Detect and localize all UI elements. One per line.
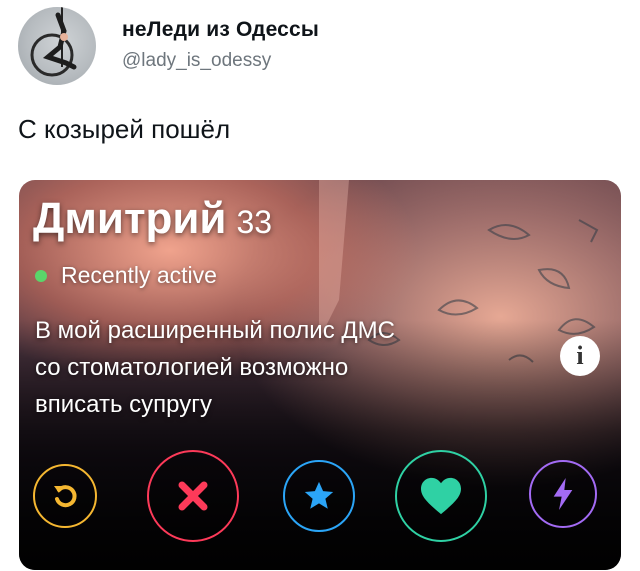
- active-dot-icon: [35, 269, 47, 282]
- profile-name-text: Дмитрий: [33, 194, 227, 243]
- profile-bio: В мой расширенный полис ДМС со стоматоло…: [35, 317, 395, 418]
- tweet-header: неЛеди из Одессы @lady_is_odessy: [18, 7, 319, 85]
- profile-name: Дмитрий 33: [33, 194, 272, 244]
- activity-status: Recently active: [35, 262, 217, 289]
- action-bar: [19, 450, 621, 550]
- like-button[interactable]: [395, 450, 487, 542]
- profile-card-image: Дмитрий 33 Recently active В мой расширен…: [19, 180, 621, 570]
- user-handle[interactable]: @lady_is_odessy: [122, 50, 319, 72]
- boost-button[interactable]: [529, 460, 597, 528]
- star-icon: [304, 481, 334, 509]
- profile-age: 33: [236, 204, 273, 240]
- close-icon: [178, 481, 208, 511]
- info-icon: i: [576, 341, 584, 370]
- tweet-text: С козырей пошёл: [18, 114, 231, 144]
- super-like-button[interactable]: [283, 460, 355, 532]
- status-text: Recently active: [61, 262, 217, 288]
- rewind-button[interactable]: [33, 464, 97, 528]
- avatar[interactable]: [18, 7, 96, 85]
- lightning-icon: [553, 478, 573, 510]
- display-name[interactable]: неЛеди из Одессы: [122, 18, 319, 42]
- heart-icon: [421, 477, 461, 515]
- rewind-icon: [54, 485, 77, 508]
- info-button[interactable]: i: [560, 336, 600, 376]
- nope-button[interactable]: [147, 450, 239, 542]
